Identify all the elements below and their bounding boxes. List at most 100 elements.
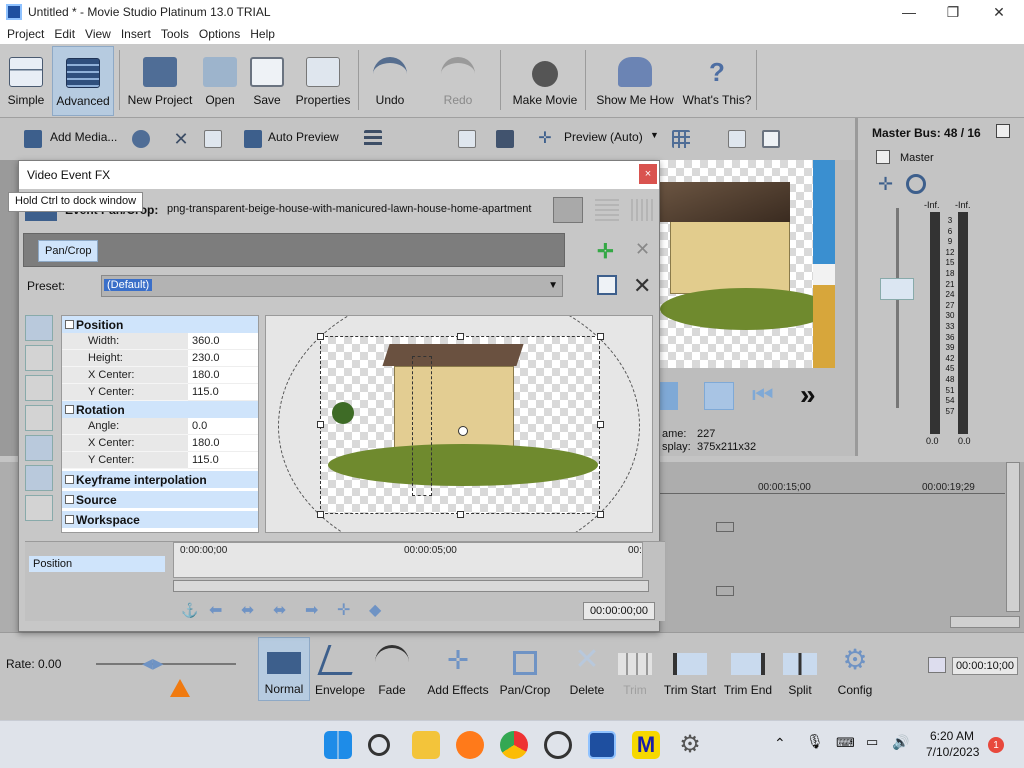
chain-grid-icon[interactable] [631,199,655,221]
preset-dropdown[interactable]: (Default) ▼ [101,275,563,297]
lock-aspect-icon[interactable] [25,435,53,461]
fade-button[interactable]: Fade [370,641,414,697]
movie-studio-icon[interactable] [588,731,616,759]
split-button[interactable]: Split [780,641,820,697]
timeline-ruler[interactable]: 00:00:15;00 00:00:19;29 [660,476,1005,494]
trim-button[interactable]: Trim [614,641,656,697]
envelope-button[interactable]: Envelope [314,641,366,697]
zoom-controls[interactable] [950,616,1020,628]
chevron-up-icon[interactable]: ⌃ [774,735,786,752]
config-button[interactable]: ⚙ Config [832,641,878,698]
pan-crop-chain-item[interactable]: Pan/Crop [38,240,99,262]
add-effects-button[interactable]: ✛ Add Effects [426,641,490,697]
trim-start-button[interactable]: Trim Start [662,641,718,697]
volume-icon[interactable]: 🔊 [892,734,909,751]
chain-list-icon[interactable] [595,199,619,221]
delete-button[interactable]: ✕ Delete [566,641,608,698]
previous-keyframe-icon[interactable]: ⬌ [241,600,254,620]
firefox-icon[interactable] [456,731,484,759]
chrome-icon[interactable] [500,731,528,759]
delete-keyframe-icon[interactable]: ◆ [369,600,381,620]
split-screen-icon[interactable]: ✛ [536,130,554,148]
media-properties-icon[interactable] [204,130,222,148]
trim-end-button[interactable]: Trim End [722,641,774,697]
last-keyframe-icon[interactable]: ➡ [305,600,318,620]
delete-preset-icon[interactable]: ✕ [633,273,651,299]
preview-quality-chevron-icon[interactable]: ▼ [650,130,659,140]
position-track-label[interactable]: Position [29,556,165,572]
open-button[interactable]: Open [200,48,240,114]
sync-cursor-icon[interactable]: ⚓ [181,602,198,619]
display-icon[interactable]: ▭ [866,734,878,750]
width-value[interactable]: 360.0 [188,333,258,350]
menu-tools[interactable]: Tools [156,27,194,41]
delete-x-icon[interactable]: ✕ [172,130,190,148]
keyframe-scrollbar[interactable] [173,580,649,592]
rate-handle-icon[interactable]: ◀▶ [142,655,184,673]
mixer-properties-icon[interactable] [996,124,1010,138]
pause-icon[interactable] [660,382,678,410]
pointer-tool-icon[interactable] [25,345,53,371]
app-m-icon[interactable]: M [632,731,660,759]
undo-button[interactable]: Undo [368,48,412,114]
stop-icon[interactable] [704,382,734,410]
source-section[interactable]: Source [62,491,258,508]
pan-crop-workspace[interactable] [265,315,653,533]
timeline-timecode[interactable]: 00:00:10;00 [952,657,1018,675]
keyframe-timecode[interactable]: 00:00:00;00 [583,602,655,620]
file-explorer-icon[interactable] [412,731,440,759]
make-movie-button[interactable]: Make Movie [508,48,582,114]
normal-button[interactable]: Normal [258,637,310,701]
crop-handle[interactable] [317,333,324,340]
start-icon[interactable] [324,731,352,759]
menu-help[interactable]: Help [245,27,280,41]
clip-thumbnail-icon[interactable] [716,522,734,532]
save-snapshot-icon[interactable] [762,130,780,148]
normal-edit-tool-icon[interactable] [25,315,53,341]
whats-this-button[interactable]: ? What's This? [682,48,752,114]
keyframe-interpolation-section[interactable]: Keyframe interpolation [62,471,258,488]
globe-icon[interactable] [132,130,150,148]
rate-marker-icon[interactable] [170,679,190,697]
auto-preview-button[interactable]: Auto Preview [268,130,339,144]
show-me-how-button[interactable]: Show Me How [592,48,678,114]
zoom-tool-icon[interactable] [25,375,53,401]
rotation-y-center-value[interactable]: 115.0 [188,452,258,469]
keyboard-icon[interactable]: ⌨ [836,735,855,751]
go-to-start-icon[interactable]: ⏮ [752,382,774,410]
preview-quality-dropdown[interactable]: Preview (Auto) [564,130,643,144]
rotation-section[interactable]: Rotation [62,401,258,418]
menu-options[interactable]: Options [194,27,245,41]
settings-icon[interactable]: ⚙ [676,731,704,759]
view-list-icon[interactable] [364,130,382,148]
crop-handle[interactable] [597,333,604,340]
crop-frame[interactable] [320,336,600,514]
clock-date[interactable]: 7/10/2023 [926,745,979,759]
chain-view-icon[interactable] [553,197,583,223]
angle-value[interactable]: 0.0 [188,418,258,435]
add-keyframe-icon[interactable]: ✛ [337,600,350,620]
remove-plugin-icon[interactable]: ✕ [635,239,650,260]
save-button[interactable]: Save [248,48,286,114]
pan-crop-button[interactable]: Pan/Crop [496,641,554,697]
crop-handle[interactable] [597,511,604,518]
dialog-close-button[interactable]: × [639,164,657,184]
workspace-section[interactable]: Workspace [62,511,258,528]
add-media-button[interactable]: Add Media... [50,130,117,144]
notification-badge[interactable]: 1 [988,737,1004,753]
volume-fader[interactable] [880,278,914,300]
monitor-icon[interactable] [496,130,514,148]
simple-button[interactable]: Simple [4,48,48,114]
preview-properties-icon[interactable] [458,130,476,148]
move-freely-icon[interactable] [25,495,53,521]
save-preset-icon[interactable] [597,275,617,295]
move-tool-icon[interactable] [25,405,53,431]
center-handle[interactable] [458,426,468,436]
menu-edit[interactable]: Edit [49,27,80,41]
vertical-scrollbar[interactable] [1006,462,1020,612]
menu-insert[interactable]: Insert [116,27,156,41]
copy-snapshot-icon[interactable] [728,130,746,148]
clock-time[interactable]: 6:20 AM [930,729,974,743]
clip-thumbnail-icon[interactable] [716,586,734,596]
restore-button[interactable]: ❐ [930,0,976,24]
